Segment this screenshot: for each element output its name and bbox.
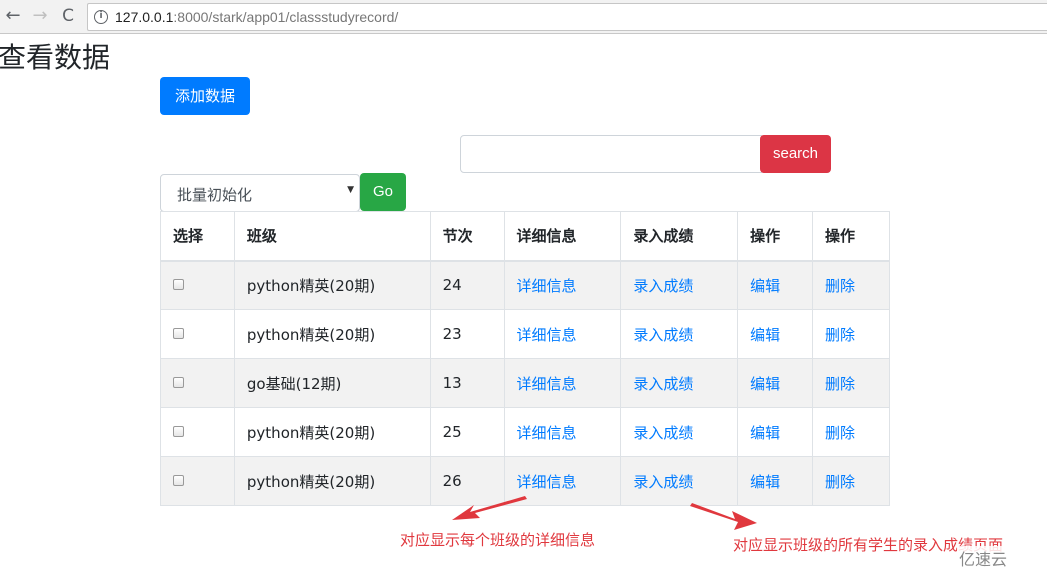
bulk-action-select[interactable]: 批量初始化 ▼ [160,174,360,212]
header-score: 录入成绩 [620,211,739,262]
info-icon[interactable]: i [94,10,108,24]
edit-link[interactable]: 编辑 [750,424,780,442]
url-text[interactable]: 127.0.0.1:8000/stark/app01/classstudyrec… [115,9,398,25]
delete-cell: 删除 [812,309,890,359]
delete-cell: 删除 [812,358,890,408]
edit-cell: 编辑 [737,309,814,359]
edit-link[interactable]: 编辑 [750,473,780,491]
select-cell [160,456,235,506]
header-select: 选择 [160,211,235,262]
url-path: :8000/stark/app01/classstudyrecord/ [173,9,399,25]
go-button[interactable]: Go [360,173,406,211]
edit-cell: 编辑 [737,407,814,457]
class-name: python精英(20期) [233,407,431,457]
score-cell: 录入成绩 [620,358,739,408]
class-name: python精英(20期) [233,456,431,506]
row-checkbox[interactable] [173,475,184,486]
search-button[interactable]: search [760,135,831,173]
delete-link[interactable]: 删除 [825,375,855,393]
session-number: 23 [429,309,505,359]
bulk-action-selected: 批量初始化 [177,186,253,204]
header-delete: 操作 [812,211,890,262]
table-row: python精英(20期) 24 详细信息 录入成绩 编辑 删除 [160,260,890,310]
delete-cell: 删除 [812,456,890,506]
address-bar[interactable]: i 127.0.0.1:8000/stark/app01/classstudyr… [87,3,1047,31]
edit-cell: 编辑 [737,456,814,506]
class-name: python精英(20期) [233,260,431,310]
watermark-logo: 亿速云 [957,546,1010,570]
edit-link[interactable]: 编辑 [750,326,780,344]
detail-link[interactable]: 详细信息 [517,473,577,491]
row-checkbox[interactable] [173,279,184,291]
row-checkbox[interactable] [173,328,184,339]
delete-link[interactable]: 删除 [825,277,855,295]
score-cell: 录入成绩 [620,309,739,359]
score-cell: 录入成绩 [620,456,739,506]
table-row: python精英(20期) 25 详细信息 录入成绩 编辑 删除 [160,407,890,457]
table-row: python精英(20期) 23 详细信息 录入成绩 编辑 删除 [160,309,890,359]
detail-link[interactable]: 详细信息 [517,277,577,295]
records-table: 选择 班级 节次 详细信息 录入成绩 操作 操作 python精英(20期) 2… [160,211,890,506]
detail-link[interactable]: 详细信息 [517,375,577,393]
edit-cell: 编辑 [737,260,814,310]
header-detail: 详细信息 [503,211,622,262]
edit-cell: 编辑 [737,358,814,408]
score-link[interactable]: 录入成绩 [633,473,693,491]
score-link[interactable]: 录入成绩 [633,326,693,344]
arrow-to-score-icon [690,503,757,530]
browser-toolbar: ← → C i 127.0.0.1:8000/stark/app01/class… [0,0,1047,34]
score-cell: 录入成绩 [620,407,739,457]
page-title: 查看数据 [0,41,111,74]
table-row: python精英(20期) 26 详细信息 录入成绩 编辑 删除 [160,456,890,506]
detail-link[interactable]: 详细信息 [517,326,577,344]
delete-link[interactable]: 删除 [825,326,855,344]
add-data-button[interactable]: 添加数据 [160,77,250,115]
row-checkbox[interactable] [173,426,184,437]
annotation-detail-note: 对应显示每个班级的详细信息 [400,531,596,549]
edit-link[interactable]: 编辑 [750,375,780,393]
detail-cell: 详细信息 [503,456,622,506]
search-input[interactable] [460,135,762,173]
class-name: go基础(12期) [233,358,431,408]
session-number: 26 [429,456,505,506]
detail-cell: 详细信息 [503,260,622,310]
header-class: 班级 [233,211,431,262]
url-host: 127.0.0.1 [115,9,174,25]
detail-cell: 详细信息 [503,358,622,408]
score-link[interactable]: 录入成绩 [633,375,693,393]
back-arrow-icon[interactable]: ← [3,6,23,26]
score-cell: 录入成绩 [620,260,739,310]
edit-link[interactable]: 编辑 [750,277,780,295]
detail-link[interactable]: 详细信息 [517,424,577,442]
row-checkbox[interactable] [173,377,184,388]
header-session: 节次 [429,211,505,262]
session-number: 24 [429,260,505,310]
class-name: python精英(20期) [233,309,431,359]
select-cell [160,358,235,408]
delete-link[interactable]: 删除 [825,473,855,491]
score-link[interactable]: 录入成绩 [633,277,693,295]
delete-link[interactable]: 删除 [825,424,855,442]
caret-down-icon: ▼ [347,185,354,195]
session-number: 25 [429,407,505,457]
forward-arrow-icon[interactable]: → [30,6,50,26]
score-link[interactable]: 录入成绩 [633,424,693,442]
detail-cell: 详细信息 [503,407,622,457]
reload-icon[interactable]: C [58,6,78,26]
table-row: go基础(12期) 13 详细信息 录入成绩 编辑 删除 [160,358,890,408]
detail-cell: 详细信息 [503,309,622,359]
session-number: 13 [429,358,505,408]
delete-cell: 删除 [812,260,890,310]
table-header-row: 选择 班级 节次 详细信息 录入成绩 操作 操作 [160,211,890,262]
select-cell [160,407,235,457]
header-edit: 操作 [737,211,814,262]
select-cell [160,309,235,359]
select-cell [160,260,235,310]
delete-cell: 删除 [812,407,890,457]
